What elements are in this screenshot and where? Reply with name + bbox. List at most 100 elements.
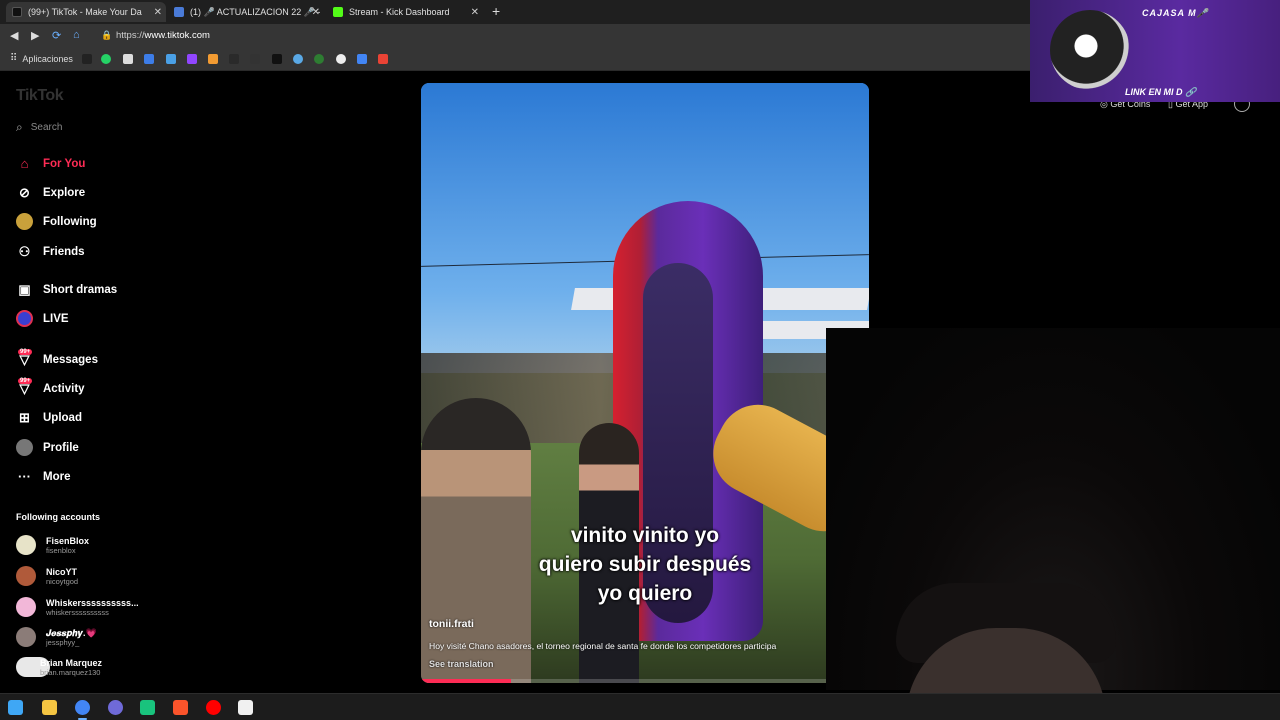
- avatar: [16, 597, 36, 617]
- url-prefix: https://: [116, 30, 145, 41]
- account-name: Whiskerssssssssss...: [46, 597, 139, 608]
- avatar: [16, 535, 36, 555]
- account-name: 𝑱𝒆𝒔𝒔𝒑𝒉𝒚.💗: [46, 627, 97, 638]
- home-button-icon[interactable]: ⌂: [73, 29, 80, 41]
- account-handle: jessphyy_: [46, 637, 80, 647]
- nav-for-you[interactable]: ⌂ For You: [16, 155, 86, 172]
- nav-following[interactable]: Following: [16, 213, 97, 230]
- whatsapp-icon[interactable]: [101, 54, 111, 64]
- nav-live[interactable]: LIVE: [16, 310, 69, 327]
- windows-start-icon[interactable]: [8, 700, 23, 715]
- account-name: FisenBlox: [46, 535, 90, 546]
- close-tab-icon[interactable]: ✕: [312, 7, 320, 18]
- gmail-icon[interactable]: [378, 54, 388, 64]
- url-field[interactable]: https://www.tiktok.com: [116, 30, 210, 41]
- windows-taskbar: [0, 693, 1280, 720]
- tab-tiktok[interactable]: (99+) TikTok - Make Your Da ✕: [6, 2, 166, 22]
- forward-icon[interactable]: ▶: [31, 29, 39, 42]
- search-input[interactable]: ⌕ Search: [16, 120, 62, 135]
- bookmark-apps[interactable]: ⠿ Aplicaciones: [10, 53, 73, 64]
- capcut-icon[interactable]: [238, 700, 253, 715]
- bookmark-icon[interactable]: [336, 54, 346, 64]
- bookmark-icon[interactable]: [293, 54, 303, 64]
- following-account[interactable]: Brian Marquez brian.marquez130: [16, 657, 102, 677]
- url-host: www.tiktok.com: [144, 30, 210, 41]
- nav-short-dramas[interactable]: ▣ Short dramas: [16, 281, 117, 298]
- live-icon: [16, 310, 33, 327]
- bookmark-icon[interactable]: [314, 54, 324, 64]
- bookmark-icon[interactable]: [208, 54, 218, 64]
- nav-more[interactable]: ··· More: [16, 468, 70, 485]
- bookmark-icon[interactable]: [357, 54, 367, 64]
- close-tab-icon[interactable]: ✕: [471, 7, 479, 18]
- profile-icon: [16, 439, 33, 456]
- video-description: Hoy visité Chano asadores, el torneo reg…: [429, 641, 777, 651]
- account-handle: nicoytgod: [46, 576, 79, 586]
- short-dramas-icon: ▣: [18, 281, 31, 297]
- video-player[interactable]: vinito vinito yo quiero subir después yo…: [421, 83, 869, 683]
- chrome-icon[interactable]: [75, 700, 90, 720]
- file-explorer-icon[interactable]: [42, 700, 57, 715]
- chrome-profile-icon[interactable]: [108, 700, 123, 715]
- video-progress-fill: [421, 679, 511, 683]
- friends-icon: ⚇: [18, 243, 31, 259]
- overlay-title: CAJASA M🎤: [1142, 8, 1209, 18]
- account-name: NicoYT: [46, 566, 78, 577]
- video-caption: vinito vinito yo quiero subir después yo…: [421, 521, 869, 608]
- overlay-link-text: LINK EN MI D 🔗: [1125, 87, 1197, 97]
- bookmark-icon[interactable]: [250, 54, 260, 64]
- tiktok-logo[interactable]: TikTok: [16, 87, 64, 105]
- tab-actualizacion[interactable]: (1) 🎤 ACTUALIZACION 22 🎤 - ✕: [168, 2, 324, 22]
- bookmark-icon[interactable]: [166, 54, 176, 64]
- nav-label: Explore: [43, 186, 86, 199]
- nav-label: Activity: [43, 382, 85, 395]
- bookmark-icon[interactable]: [123, 54, 133, 64]
- tab-kick-dashboard[interactable]: Stream - Kick Dashboard ✕: [327, 2, 483, 22]
- nav-label: Following: [43, 215, 97, 228]
- reload-icon[interactable]: ⟳: [52, 29, 61, 42]
- nav-profile[interactable]: Profile: [16, 439, 79, 456]
- tiktok-icon: [12, 7, 22, 17]
- tab-title: Stream - Kick Dashboard: [349, 7, 450, 17]
- new-tab-button[interactable]: +: [492, 3, 500, 19]
- nav-label: Profile: [43, 441, 79, 454]
- apps-grid-icon: ⠿: [10, 53, 18, 64]
- youtube-icon[interactable]: [206, 700, 221, 715]
- video-author[interactable]: tonii.frati: [429, 618, 474, 630]
- nav-label: Short dramas: [43, 283, 118, 296]
- chatgpt-icon[interactable]: [140, 700, 155, 715]
- nav-label: LIVE: [43, 312, 69, 325]
- caption-line: quiero subir después: [538, 553, 752, 576]
- search-icon: ⌕: [16, 120, 23, 134]
- nav-label: For You: [43, 157, 86, 170]
- webcam-overlay: [826, 328, 1280, 718]
- following-account[interactable]: Whiskerssssssssss... whiskerssssssssss: [16, 597, 139, 617]
- see-translation-link[interactable]: See translation: [429, 659, 494, 669]
- brave-icon[interactable]: [173, 700, 188, 715]
- bookmark-icon[interactable]: [82, 54, 92, 64]
- video-progress-bar[interactable]: [421, 679, 869, 683]
- bookmark-icon[interactable]: [144, 54, 154, 64]
- bookmark-icon[interactable]: [272, 54, 282, 64]
- following-account[interactable]: FisenBlox fisenblox: [16, 535, 89, 555]
- following-account[interactable]: 𝑱𝒆𝒔𝒔𝒑𝒉𝒚.💗 jessphyy_: [16, 627, 97, 647]
- nav-friends[interactable]: ⚇ Friends: [16, 243, 85, 260]
- nav-label: Messages: [43, 353, 98, 366]
- bookmark-icon[interactable]: [229, 54, 239, 64]
- nav-explore[interactable]: ⊘ Explore: [16, 184, 85, 201]
- activity-badge: 99+: [18, 378, 33, 384]
- overlay-character-image: [1050, 10, 1130, 90]
- back-icon[interactable]: ◀: [10, 29, 18, 42]
- twitch-icon[interactable]: [187, 54, 197, 64]
- caption-line: vinito vinito yo: [570, 524, 720, 547]
- close-tab-icon[interactable]: ✕: [154, 7, 162, 18]
- caption-line: yo quiero: [597, 582, 693, 605]
- search-placeholder: Search: [30, 122, 63, 133]
- stream-overlay-banner: CAJASA M🎤 LINK EN MI D 🔗: [1030, 0, 1280, 102]
- nav-upload[interactable]: ⊞ Upload: [16, 409, 82, 426]
- following-avatar-icon: [16, 213, 33, 230]
- more-icon: ···: [18, 469, 31, 484]
- following-account[interactable]: NicoYT nicoytgod: [16, 566, 78, 586]
- tab-title: (99+) TikTok - Make Your Da: [28, 7, 142, 17]
- roblox-icon: [174, 7, 184, 17]
